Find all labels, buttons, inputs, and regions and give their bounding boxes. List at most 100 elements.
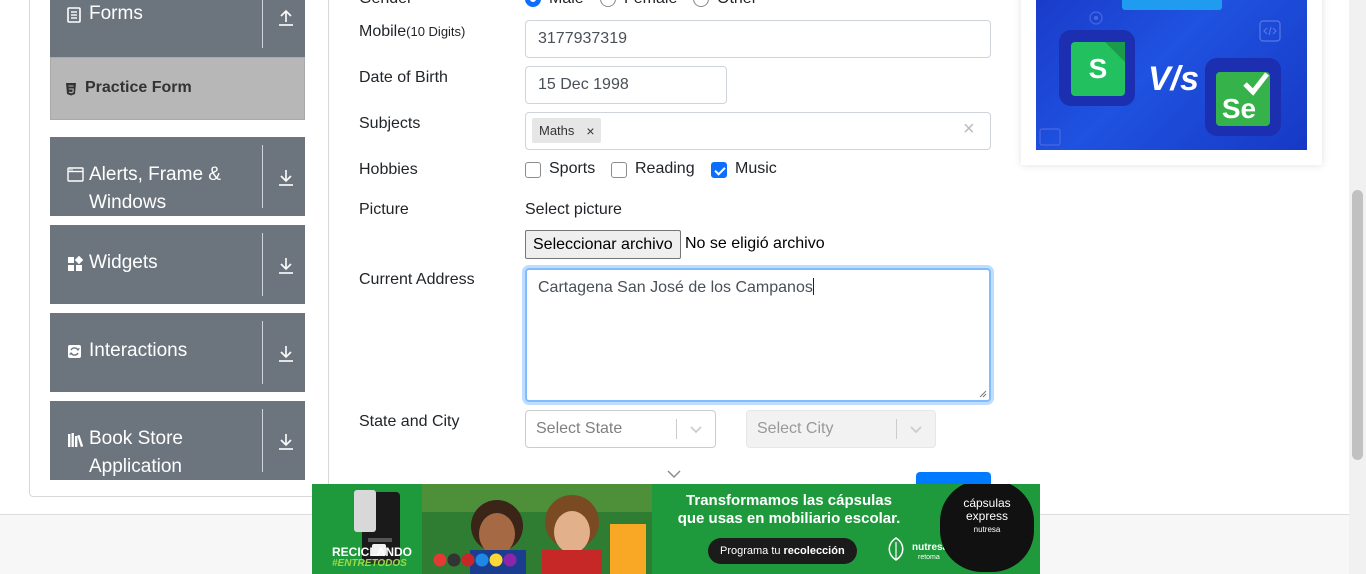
ad-headline-bold: mobiliario escolar.: [768, 510, 901, 527]
document-icon: [67, 7, 81, 26]
nutresa-leaf-icon: [888, 537, 904, 561]
city-select[interactable]: Select City: [746, 410, 936, 448]
right-ad-banner[interactable]: S V/s Se: [1036, 0, 1307, 150]
state-select[interactable]: Select State: [525, 410, 716, 448]
subject-chip-label: Maths: [539, 123, 575, 138]
divider: [262, 233, 263, 296]
address-value: Cartagena San José de los Campanos: [538, 279, 813, 296]
resize-handle-icon[interactable]: [979, 390, 987, 398]
ad-cta-label: Programa tu: [720, 545, 781, 557]
dob-value: 15 Dec 1998: [538, 76, 629, 93]
capsulas-express-badge: cápsulas express nutresa: [940, 484, 1034, 572]
state-city-label: State and City: [359, 413, 460, 430]
html5-icon: [65, 82, 77, 99]
clear-subjects-icon[interactable]: ×: [963, 118, 975, 141]
badge-line2: express: [965, 509, 1009, 523]
hobby-checkbox-sports[interactable]: [525, 162, 541, 178]
bottom-ad-banner[interactable]: Transformamos las cápsulas que usas en m…: [312, 484, 1040, 574]
scrollbar-thumb[interactable]: [1352, 190, 1363, 460]
gender-radio-other[interactable]: [693, 0, 709, 7]
sidebar-group-label: Book Store Application: [89, 428, 183, 477]
ad-slogan-line1: RECICLANDO: [332, 545, 412, 559]
divider: [262, 321, 263, 384]
selenium-logo-icon: Se: [1205, 58, 1281, 136]
picture-label: Picture: [359, 201, 409, 218]
divider: [262, 409, 263, 472]
browser-icon: [1039, 128, 1061, 146]
ad-top-button: [1122, 0, 1222, 10]
svg-text:S: S: [1089, 53, 1108, 84]
chevron-down-icon[interactable]: [667, 469, 681, 479]
divider: [896, 419, 897, 439]
capsules-icon: [433, 553, 517, 567]
sidebar-group-label: Interactions: [89, 340, 188, 361]
choose-file-label: Seleccionar archivo: [533, 235, 673, 253]
mobile-value: 3177937319: [538, 30, 627, 47]
gender-option-label[interactable]: Male: [549, 0, 584, 8]
katalon-logo-icon: S: [1059, 30, 1135, 106]
gender-label: Gender: [359, 0, 412, 8]
sidebar-group-interactions[interactable]: Interactions: [50, 313, 305, 392]
sidebar-item-label: Practice Form: [85, 79, 192, 96]
chevron-down-icon: [910, 426, 922, 434]
gender-option-label[interactable]: Other: [717, 0, 757, 8]
picture-prompt: Select picture: [525, 201, 622, 218]
expand-down-icon[interactable]: [276, 343, 296, 363]
sidebar-group-widgets[interactable]: Widgets: [50, 225, 305, 304]
interactions-icon: [67, 344, 82, 362]
hobby-checkbox-reading[interactable]: [611, 162, 627, 178]
sidebar-group-book-store[interactable]: Book Store Application: [50, 401, 305, 480]
ad-brand-sub: retoma: [918, 554, 940, 561]
ad-headline-text: que usas en: [677, 510, 769, 527]
sidebar-item-practice-form[interactable]: Practice Form: [50, 57, 305, 120]
gender-radio-male[interactable]: [525, 0, 541, 7]
divider: [262, 0, 263, 48]
text-cursor: [812, 278, 814, 295]
books-icon: [67, 432, 85, 451]
ad-slogan: RECICLANDO #ENTRETODOS: [332, 545, 412, 569]
gender-option-label[interactable]: Female: [624, 0, 677, 8]
page: Forms Practice Form Alerts, Frame & Wind…: [0, 0, 1366, 574]
dob-input[interactable]: 15 Dec 1998: [525, 66, 727, 104]
ad-headline: Transformamos las cápsulas que usas en m…: [664, 492, 914, 528]
expand-down-icon[interactable]: [276, 167, 296, 187]
mobile-label: Mobile(10 Digits): [359, 23, 465, 41]
ad-cta-bold: recolección: [783, 545, 845, 557]
window-icon: [67, 167, 84, 185]
collapse-up-icon[interactable]: [276, 7, 296, 27]
expand-down-icon[interactable]: [276, 255, 296, 275]
current-address-textarea[interactable]: Cartagena San José de los Campanos: [525, 268, 991, 402]
hobby-checkbox-music[interactable]: [711, 162, 727, 178]
svg-text:Se: Se: [1222, 93, 1256, 124]
chevron-down-icon: [690, 426, 702, 434]
mobile-input[interactable]: 3177937319: [525, 20, 991, 58]
hobby-label[interactable]: Music: [735, 160, 777, 178]
versus-icon: V/s: [1148, 60, 1200, 98]
subjects-label: Subjects: [359, 115, 421, 132]
ad-headline-line1: Transformamos las cápsulas: [686, 492, 892, 509]
divider: [676, 419, 677, 439]
file-status: No se eligió archivo: [685, 235, 825, 252]
remove-subject-icon[interactable]: ×: [580, 123, 600, 139]
hobby-label[interactable]: Reading: [635, 160, 695, 178]
dob-label: Date of Birth: [359, 69, 448, 86]
sidebar-group-forms[interactable]: Forms: [50, 0, 305, 57]
badge-brand: nutresa: [973, 525, 1001, 534]
widgets-icon: [67, 255, 84, 275]
hobby-label[interactable]: Sports: [549, 160, 595, 178]
city-placeholder: Select City: [757, 420, 834, 437]
gear-icon: [1089, 11, 1103, 25]
mobile-label-text: Mobile: [359, 23, 407, 40]
ad-slogan-line2: #ENTRETODOS: [332, 558, 407, 569]
ad-cta-button[interactable]: Programa tu recolección: [708, 538, 857, 564]
mobile-hint: (10 Digits): [406, 24, 466, 39]
badge-title: cápsulas express: [940, 497, 1034, 523]
hobbies-label: Hobbies: [359, 161, 418, 178]
sidebar-group-label: Widgets: [89, 252, 158, 273]
sidebar-group-label: Alerts, Frame & Windows: [89, 164, 221, 213]
gender-radio-female[interactable]: [600, 0, 616, 7]
choose-file-button[interactable]: Seleccionar archivo: [525, 230, 681, 259]
ad-headline-line2: que usas en mobiliario escolar.: [664, 510, 914, 528]
expand-down-icon[interactable]: [276, 431, 296, 451]
sidebar-group-alerts[interactable]: Alerts, Frame & Windows: [50, 137, 305, 216]
